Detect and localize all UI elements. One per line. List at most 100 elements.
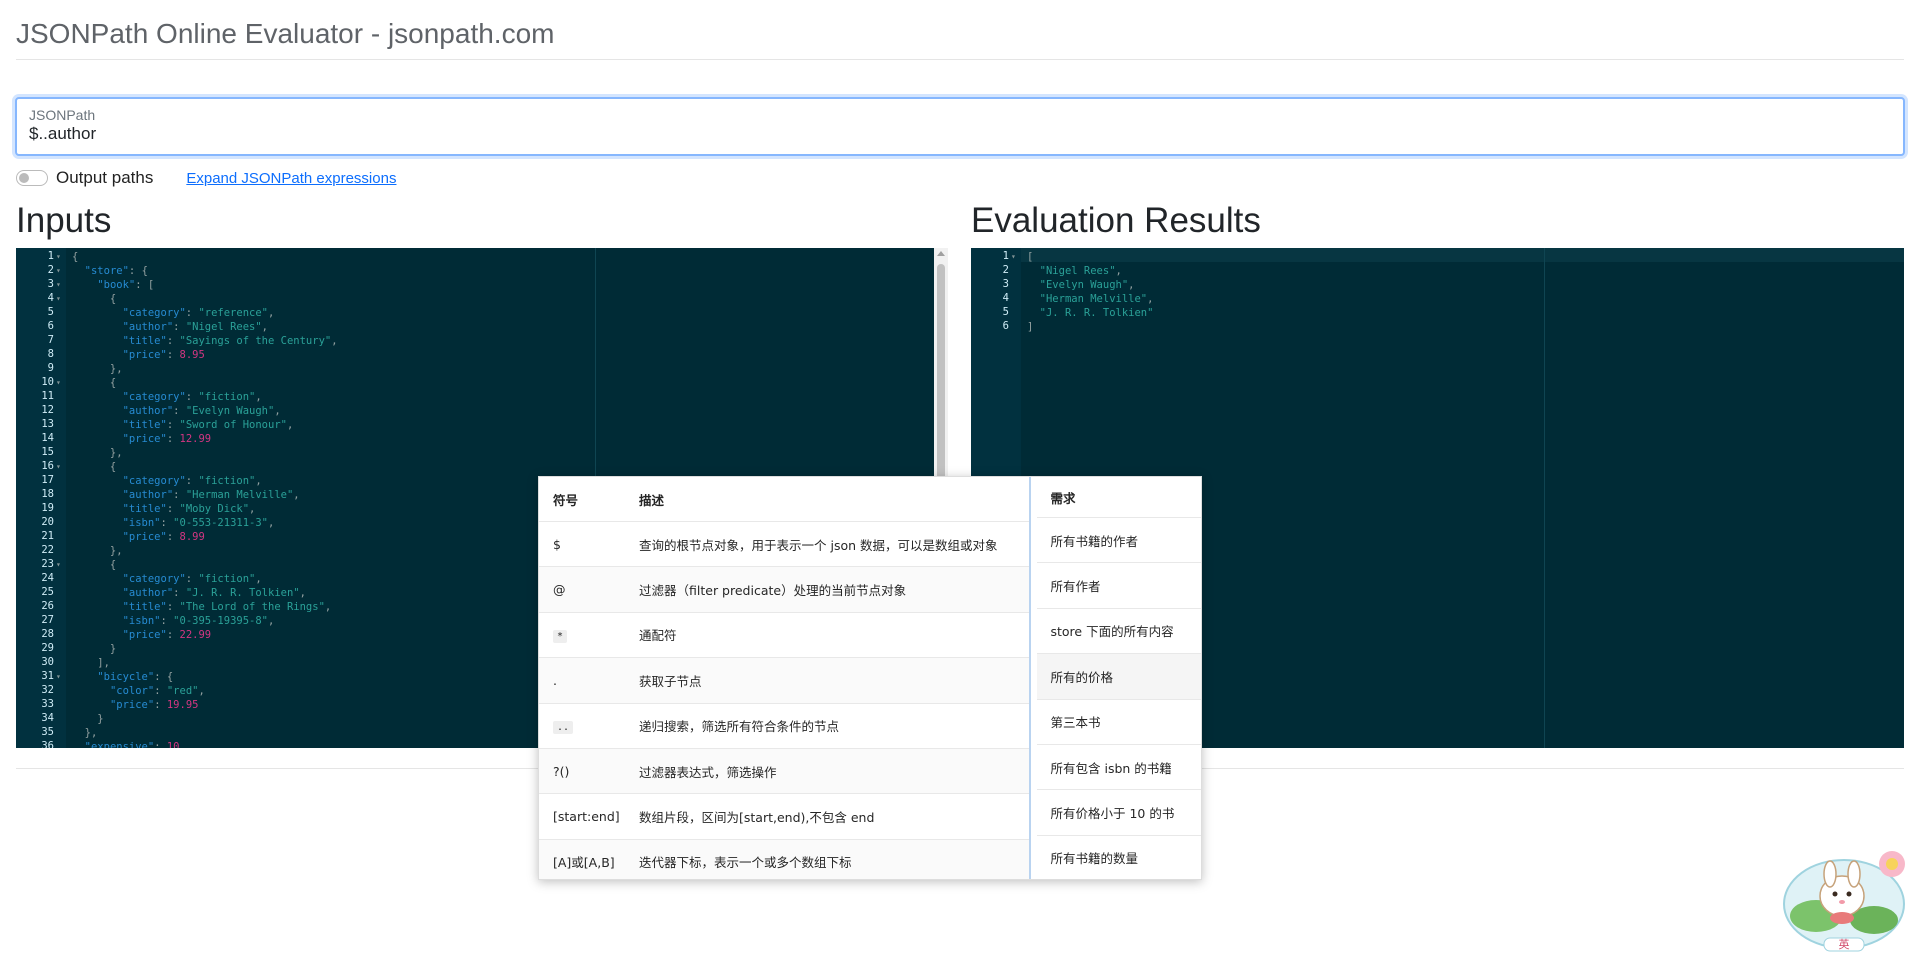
code-token: : [ (135, 279, 155, 291)
line-number: 2 (1002, 264, 1009, 276)
code-token: , (268, 307, 275, 319)
code-token: 12.99 (179, 433, 212, 445)
need-item[interactable]: 所有作者 (1036, 563, 1201, 609)
code-token: "isbn" (122, 615, 161, 627)
need-item[interactable]: 所有书籍的数量 (1037, 836, 1202, 879)
inputs-title: Inputs (16, 201, 112, 240)
code-token: "book" (97, 279, 136, 291)
symbol-cell: $ (539, 537, 639, 552)
code-token: 19.95 (166, 699, 199, 711)
line-number: 22 (41, 544, 54, 556)
fold-toggle-icon[interactable]: ▾ (56, 266, 61, 275)
expand-expressions-link[interactable]: Expand JSONPath expressions (186, 170, 396, 187)
line-number: 1 (47, 250, 54, 262)
fold-toggle-icon[interactable]: ▾ (56, 252, 61, 261)
need-item[interactable]: 所有的价格 (1036, 654, 1201, 700)
need-item[interactable]: store 下面的所有内容 (1036, 609, 1201, 655)
description-cell: 过滤器表达式，筛选操作 (639, 764, 777, 780)
jsonpath-label: JSONPath (29, 107, 96, 123)
output-paths-toggle[interactable] (16, 170, 48, 186)
symbol-cell: ?() (539, 764, 639, 779)
desc-header: 描述 (639, 492, 665, 508)
code-token: , (198, 685, 205, 697)
code-line: [ (1027, 250, 1033, 264)
fold-toggle-icon[interactable]: ▾ (56, 280, 61, 289)
code-token: : (154, 685, 167, 697)
fold-toggle-icon[interactable]: ▾ (56, 294, 61, 303)
fold-toggle-icon[interactable]: ▾ (1011, 252, 1016, 261)
code-token: : (173, 489, 186, 501)
code-line: "color": "red", (72, 684, 205, 698)
table-row: . 获取子节点 (539, 658, 1029, 704)
code-token: "category" (122, 307, 186, 319)
needs-list: 需求 所有书籍的作者 所有作者 store 下面的所有内容 所有的价格 第三本书 所有包含… (1031, 477, 1202, 879)
fold-toggle-icon[interactable]: ▾ (56, 672, 61, 681)
line-number: 9 (47, 362, 54, 374)
line-number: 6 (1002, 320, 1009, 332)
description-cell: 过滤器（filter predicate）处理的当前节点对象 (639, 583, 907, 599)
line-number: 24 (41, 572, 54, 584)
need-item[interactable]: 所有包含 isbn 的书籍 (1036, 745, 1201, 791)
code-token: , (255, 573, 262, 585)
code-token: "red" (166, 685, 199, 697)
output-paths-label: Output paths (56, 168, 154, 187)
table-row: * 通配符 (539, 613, 1029, 659)
code-line: { (72, 292, 116, 306)
fold-toggle-icon[interactable]: ▾ (56, 560, 61, 569)
line-number: 3 (47, 278, 54, 290)
code-token: "author" (122, 489, 174, 501)
jsonpath-field[interactable]: JSONPath (15, 97, 1905, 156)
code-token: : (173, 321, 186, 333)
code-token: "expensive" (84, 741, 155, 748)
mascot-widget[interactable]: 英 (1776, 836, 1912, 953)
code-token: : (166, 349, 180, 361)
code-token: "fiction" (198, 391, 256, 403)
code-token: , (324, 601, 332, 613)
need-item[interactable]: 所有书籍的作者 (1036, 518, 1201, 564)
code-line: }, (72, 544, 123, 558)
description-cell: 通配符 (639, 628, 677, 644)
line-number: 2 (47, 264, 54, 276)
fold-toggle-icon[interactable]: ▾ (56, 378, 61, 387)
code-token: , (268, 517, 275, 529)
code-token: : (173, 405, 186, 417)
line-number: 5 (47, 306, 54, 318)
code-token: "The Lord of the Rings" (179, 601, 325, 613)
code-token: "title" (122, 419, 167, 431)
line-number: 19 (41, 502, 54, 514)
results-title: Evaluation Results (971, 201, 1261, 240)
line-number: 15 (41, 446, 54, 458)
code-token: { (72, 293, 117, 305)
line-number: 13 (41, 418, 54, 430)
code-line: { (72, 250, 78, 264)
need-item[interactable]: 所有价格小于 10 的书 (1036, 790, 1201, 836)
code-token: } (72, 713, 104, 725)
code-token: , (274, 405, 281, 417)
line-number: 34 (41, 712, 54, 724)
code-token: "Evelyn Waugh" (185, 405, 275, 417)
scroll-up-icon[interactable] (937, 251, 945, 256)
jsonpath-input[interactable] (29, 124, 1889, 144)
symbol-text: . (553, 672, 557, 688)
symbol-cell: .. (539, 718, 639, 735)
code-token: "category" (122, 475, 186, 487)
line-number: 26 (41, 600, 54, 612)
code-token: "Sword of Honour" (179, 419, 287, 431)
page-title: JSONPath Online Evaluator - jsonpath.com (16, 18, 555, 49)
code-token: }, (72, 447, 123, 459)
need-item[interactable]: 第三本书 (1036, 700, 1201, 745)
code-token: : (166, 601, 180, 613)
line-number: 31 (41, 670, 54, 682)
fold-toggle-icon[interactable]: ▾ (56, 462, 61, 471)
code-line: "author": "J. R. R. Tolkien", (72, 586, 306, 600)
code-token: }, (72, 363, 123, 375)
symbol-text: [A]或[A,B] (553, 855, 615, 871)
